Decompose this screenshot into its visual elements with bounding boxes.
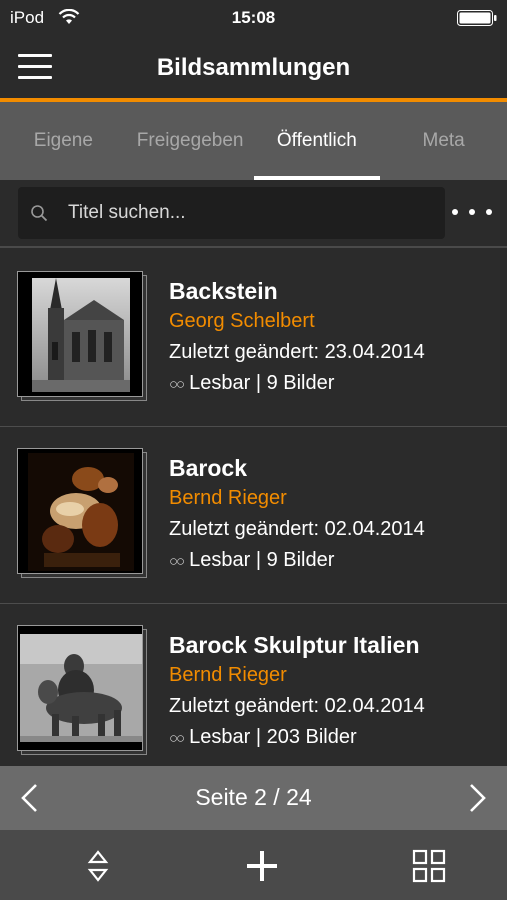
more-dots-icon[interactable]: [452, 202, 492, 222]
collection-title: Barock: [169, 455, 247, 481]
collection-author: Bernd Rieger: [169, 487, 287, 509]
collection-access: ○○ Lesbar | 203 Bilder: [169, 726, 357, 749]
collection-modified: Zuletzt geändert: 02.04.2014: [169, 518, 425, 540]
collection-title: Backstein: [169, 278, 278, 304]
collection-modified: Zuletzt geändert: 02.04.2014: [169, 695, 425, 717]
thumbnail-stack: [17, 448, 149, 580]
thumbnail-image: [17, 625, 143, 751]
status-bar: iPod 15:08: [0, 0, 507, 36]
list-item[interactable]: Barock Skulptur Italien Bernd Rieger Zul…: [0, 604, 507, 766]
thumbnail-image: [17, 271, 143, 397]
list-item[interactable]: Barock Bernd Rieger Zuletzt geändert: 02…: [0, 427, 507, 604]
thumbnail-stack: [17, 625, 149, 757]
search-icon: [31, 205, 48, 222]
collection-list: Backstein Georg Schelbert Zuletzt geände…: [0, 250, 507, 766]
grid-icon[interactable]: [411, 848, 447, 884]
collection-access: ○○ Lesbar | 9 Bilder: [169, 549, 334, 572]
search-box: [18, 187, 445, 239]
sort-icon[interactable]: [80, 848, 116, 884]
search-row: [0, 180, 507, 248]
tab-bar: Eigene Freigegeben Öffentlich Meta: [0, 102, 507, 180]
nav-bar: Bildsammlungen: [0, 36, 507, 98]
collection-title: Barock Skulptur Italien: [169, 632, 420, 658]
tab-oeffentlich[interactable]: Öffentlich: [253, 102, 381, 180]
collection-author: Bernd Rieger: [169, 664, 287, 686]
bottom-toolbar: [0, 830, 507, 900]
tab-freigegeben[interactable]: Freigegeben: [127, 102, 254, 180]
battery-icon: [457, 10, 497, 26]
status-time: 15:08: [231, 8, 276, 27]
list-item[interactable]: Backstein Georg Schelbert Zuletzt geände…: [0, 250, 507, 427]
tab-meta[interactable]: Meta: [380, 102, 507, 180]
plus-icon[interactable]: [244, 848, 280, 884]
collection-access-text: Lesbar | 9 Bilder: [189, 549, 335, 571]
page-title: Bildsammlungen: [156, 54, 351, 81]
search-input[interactable]: [68, 187, 428, 239]
glasses-icon: ○○: [169, 730, 185, 747]
chevron-right-icon[interactable]: [465, 782, 489, 814]
collection-modified: Zuletzt geändert: 23.04.2014: [169, 341, 425, 363]
page-indicator: Seite 2 / 24: [195, 784, 312, 810]
thumbnail-image: [17, 448, 143, 574]
pager: Seite 2 / 24: [0, 766, 507, 830]
glasses-icon: ○○: [169, 553, 185, 570]
thumbnail-stack: [17, 271, 149, 403]
collection-access-text: Lesbar | 203 Bilder: [189, 726, 357, 748]
tab-eigene[interactable]: Eigene: [0, 102, 127, 180]
collection-access: ○○ Lesbar | 9 Bilder: [169, 372, 334, 395]
collection-access-text: Lesbar | 9 Bilder: [189, 372, 335, 394]
collection-author: Georg Schelbert: [169, 310, 315, 332]
glasses-icon: ○○: [169, 376, 185, 393]
